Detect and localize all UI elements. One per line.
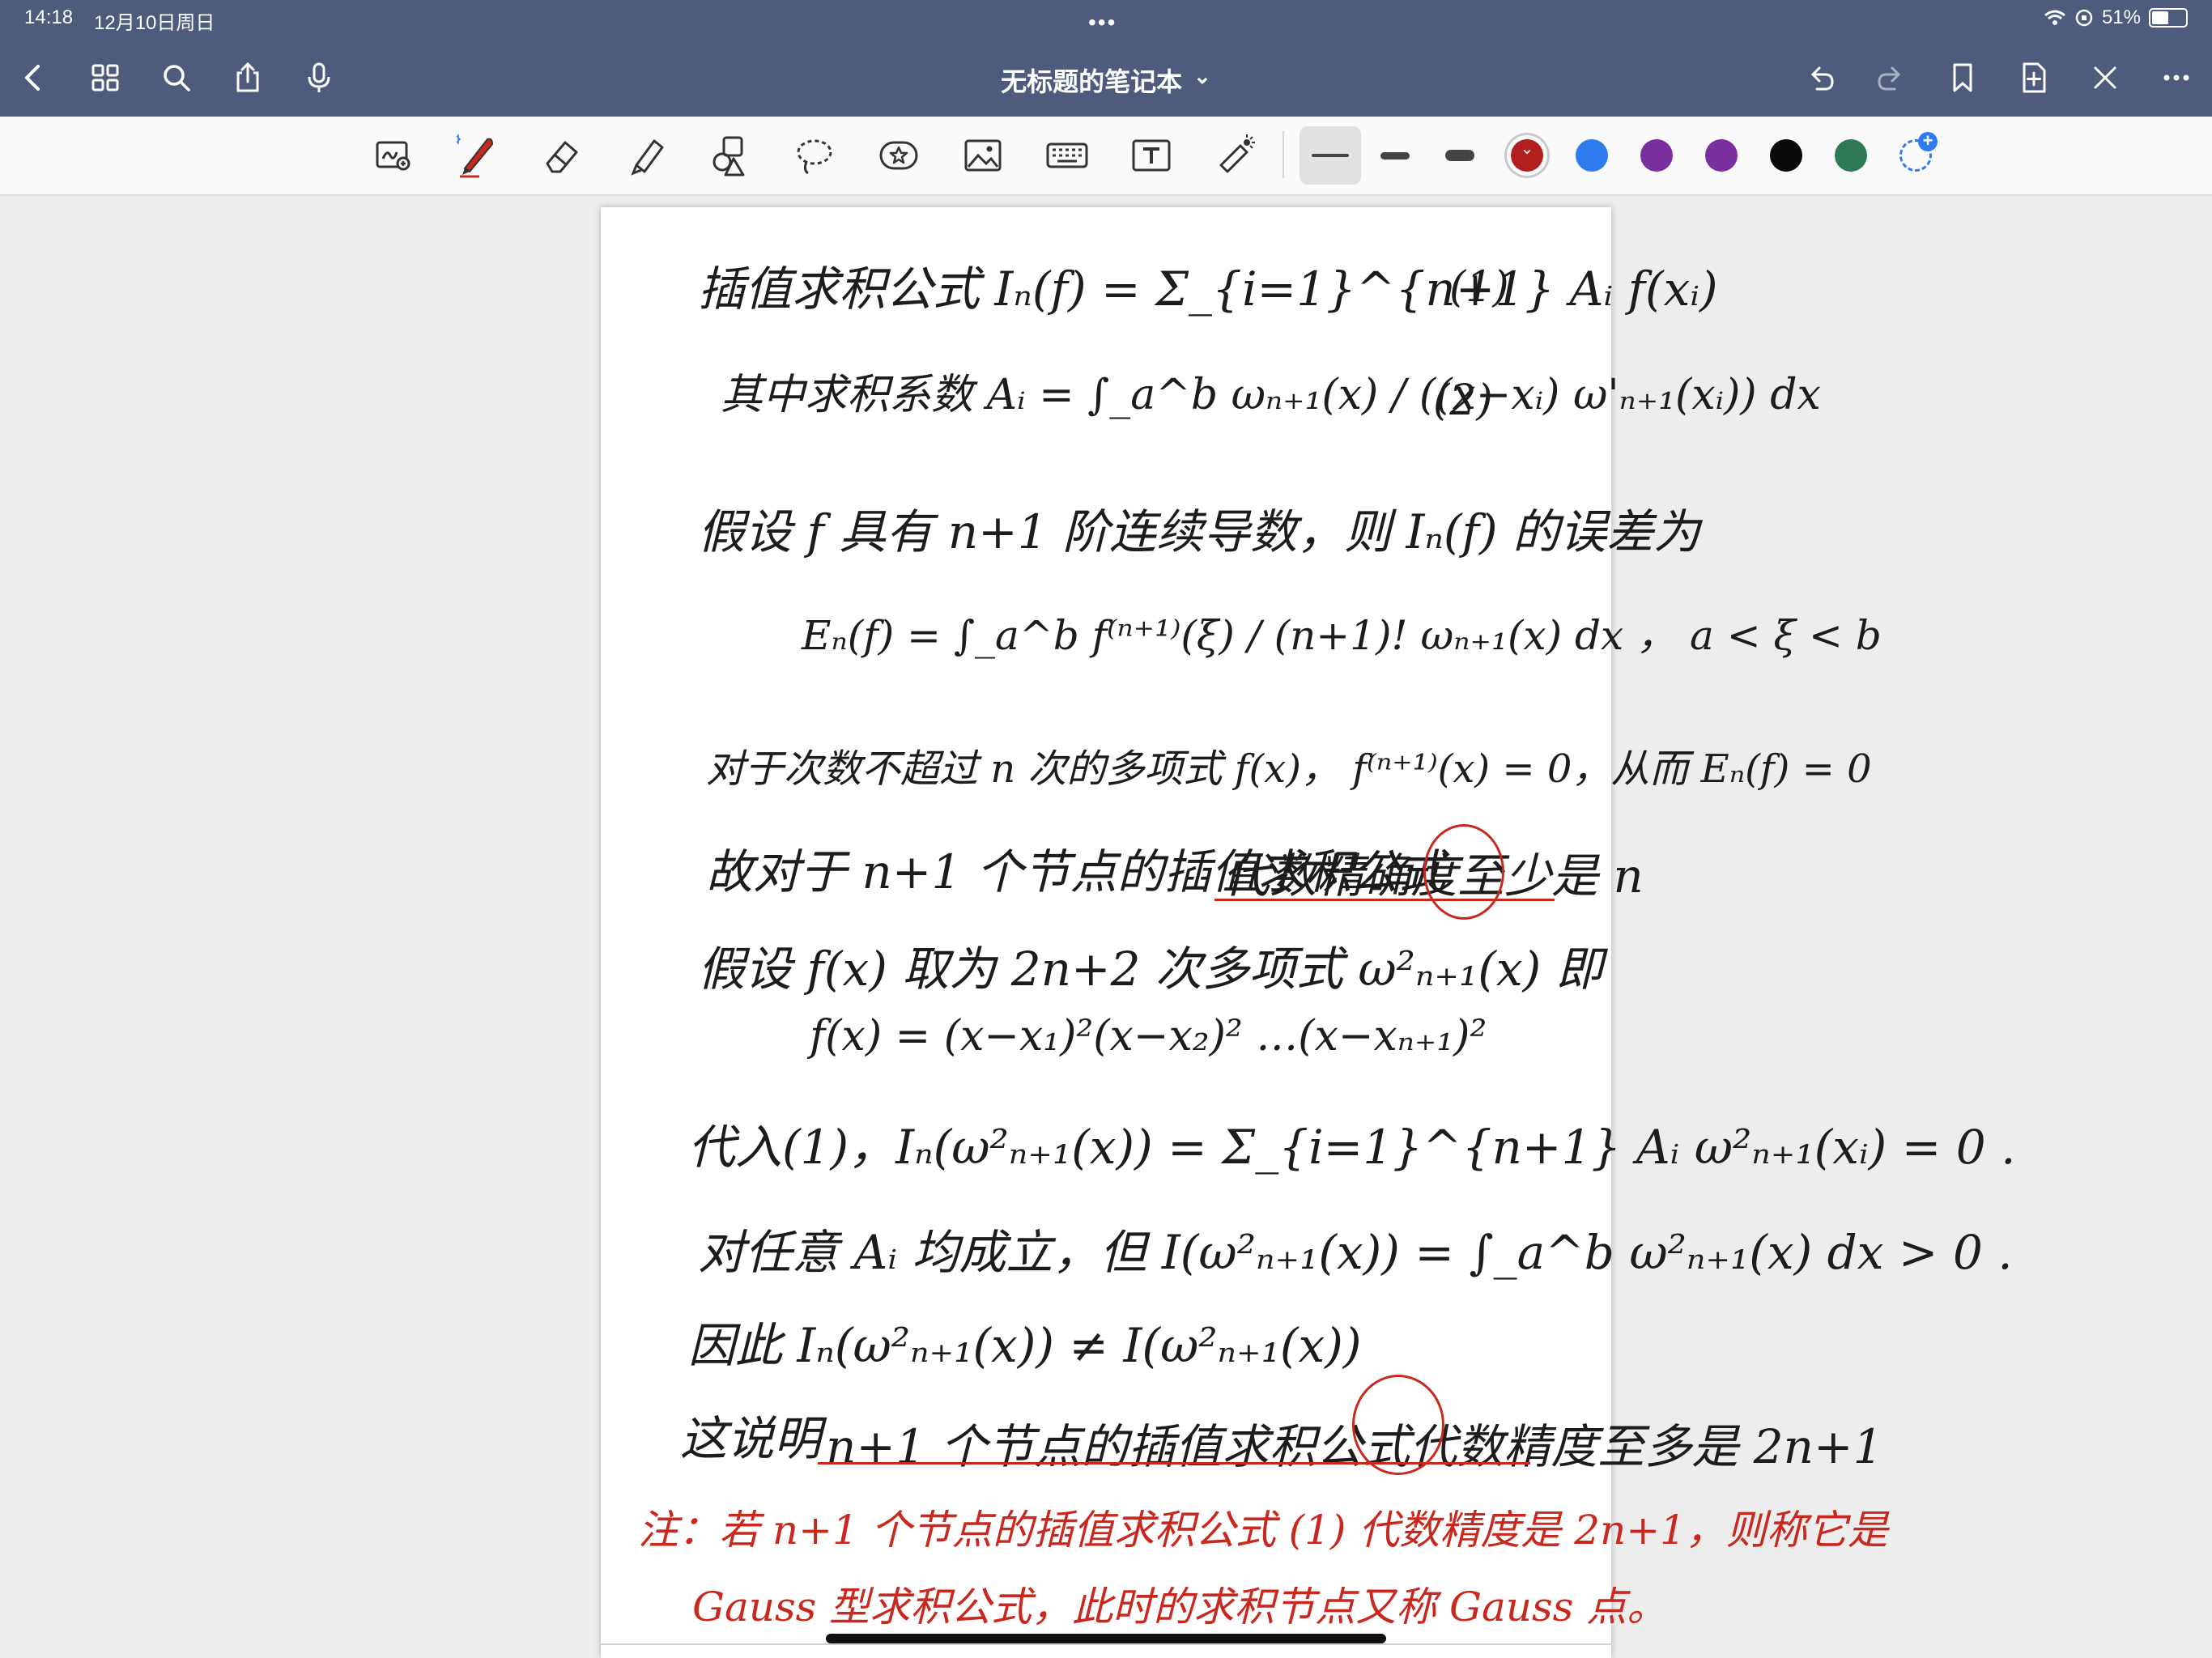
chevron-down-icon: ⌄ bbox=[1520, 140, 1534, 158]
battery-percent: 51% bbox=[2101, 6, 2141, 28]
undo-icon[interactable] bbox=[1796, 53, 1844, 102]
color-swatch-6[interactable] bbox=[1835, 139, 1867, 172]
microphone-icon[interactable] bbox=[295, 53, 343, 102]
notebook-title[interactable]: 无标题的笔记本 ⌄ bbox=[944, 62, 1268, 99]
stroke-width-thick[interactable] bbox=[1429, 126, 1491, 185]
pen-gesture-icon[interactable] bbox=[2081, 53, 2129, 102]
bookmark-icon[interactable] bbox=[1938, 53, 1987, 102]
navigation-bar: 无标题的笔记本 ⌄ bbox=[0, 39, 2212, 117]
note-line-12: 这说明 bbox=[680, 1411, 822, 1466]
stroke-width-thin[interactable] bbox=[1300, 126, 1361, 185]
equation-number-2: (2) bbox=[1433, 376, 1493, 425]
status-bar: 14:18 12月10日周日 ••• 51% bbox=[0, 0, 2212, 39]
note-line-5: 对于次数不超过 n 次的多项式 f(x)， f⁽ⁿ⁺¹⁾(x) = 0，从而 E… bbox=[706, 746, 1872, 792]
grid-icon[interactable] bbox=[81, 53, 130, 102]
lasso-icon[interactable] bbox=[787, 128, 842, 183]
note-line-2: 其中求积系数 Aᵢ = ∫_a^b ωₙ₊₁(x) / ((x−xᵢ) ω'ₙ₊… bbox=[721, 371, 1821, 419]
share-icon[interactable] bbox=[223, 53, 272, 102]
status-time: 14:18 bbox=[24, 6, 74, 28]
annotation-line-2: Gauss 型求积公式，此时的求积节点又称 Gauss 点。 bbox=[692, 1584, 1668, 1630]
sticker-icon[interactable] bbox=[871, 128, 926, 183]
note-line-10: 对任意 Aᵢ 均成立，但 I(ω²ₙ₊₁(x)) = ∫_a^b ω²ₙ₊₁(x… bbox=[698, 1225, 2013, 1280]
highlighter-icon[interactable] bbox=[619, 128, 674, 183]
add-page-icon[interactable] bbox=[2010, 53, 2058, 102]
image-icon[interactable] bbox=[955, 128, 1010, 183]
orientation-lock-icon bbox=[2075, 9, 2093, 27]
color-swatch-2[interactable] bbox=[1576, 139, 1608, 172]
toolbar-separator bbox=[1283, 131, 1284, 178]
text-box-icon[interactable] bbox=[1124, 128, 1179, 183]
note-line-7: 假设 f(x) 取为 2n+2 次多项式 ω²ₙ₊₁(x) 即 bbox=[698, 942, 1603, 997]
note-line-3: 假设 f 具有 n+1 阶连续导数，则 Iₙ(f) 的误差为 bbox=[698, 504, 1701, 559]
note-line-1: 插值求积公式 Iₙ(f) = Σ_{i=1}^{n+1} Aᵢ f(xᵢ) bbox=[698, 261, 1718, 317]
more-icon[interactable] bbox=[2152, 53, 2201, 102]
search-icon[interactable] bbox=[152, 53, 201, 102]
multitasking-dots[interactable]: ••• bbox=[1088, 10, 1117, 36]
note-line-11: 因此 Iₙ(ω²ₙ₊₁(x)) ≠ I(ω²ₙ₊₁(x)) bbox=[688, 1318, 1362, 1373]
back-icon[interactable] bbox=[10, 53, 58, 102]
next-page-edge bbox=[601, 1643, 1611, 1645]
red-underline-1 bbox=[1214, 899, 1555, 901]
stroke-width-medium[interactable] bbox=[1364, 126, 1426, 185]
drawing-toolbar: ⌄ + bbox=[0, 117, 2212, 196]
chevron-down-icon: ⌄ bbox=[1193, 63, 1211, 88]
color-swatch-3[interactable] bbox=[1640, 139, 1673, 172]
zoom-window-icon[interactable] bbox=[366, 128, 421, 183]
equation-number-1: (1) bbox=[1449, 263, 1509, 312]
annotation-line-1: 注：若 n+1 个节点的插值求积公式 (1) 代数精度是 2n+1，则称它是 bbox=[638, 1507, 1888, 1554]
color-swatch-4[interactable] bbox=[1705, 139, 1738, 172]
note-line-4: Eₙ(f) = ∫_a^b f⁽ⁿ⁺¹⁾(ξ) / (n+1)! ωₙ₊₁(x)… bbox=[802, 612, 1882, 659]
color-swatch-5[interactable] bbox=[1770, 139, 1802, 172]
home-indicator bbox=[826, 1634, 1386, 1643]
color-swatch-1[interactable]: ⌄ bbox=[1511, 139, 1543, 172]
shapes-icon[interactable] bbox=[703, 128, 758, 183]
battery-icon bbox=[2149, 8, 2188, 28]
notebook-title-text: 无标题的笔记本 bbox=[1001, 67, 1183, 96]
wifi-icon bbox=[2044, 10, 2065, 25]
status-date: 12月10日周日 bbox=[94, 12, 215, 34]
redo-icon[interactable] bbox=[1867, 53, 1916, 102]
eraser-icon[interactable] bbox=[534, 128, 589, 183]
red-circle-1 bbox=[1423, 824, 1504, 920]
status-right: 51% bbox=[2044, 6, 2188, 29]
laser-pointer-icon[interactable] bbox=[1208, 128, 1263, 183]
pen-icon[interactable] bbox=[450, 128, 505, 183]
keyboard-icon[interactable] bbox=[1040, 128, 1095, 183]
plus-icon: + bbox=[1918, 132, 1938, 151]
note-line-9: 代入(1)，Iₙ(ω²ₙ₊₁(x)) = Σ_{i=1}^{n+1} Aᵢ ω²… bbox=[688, 1120, 2016, 1175]
red-circle-2 bbox=[1352, 1375, 1444, 1475]
add-color-button[interactable]: + bbox=[1899, 132, 1938, 172]
note-line-8: f(x) = (x−x₁)²(x−x₂)² …(x−xₙ₊₁)² bbox=[810, 1012, 1487, 1061]
